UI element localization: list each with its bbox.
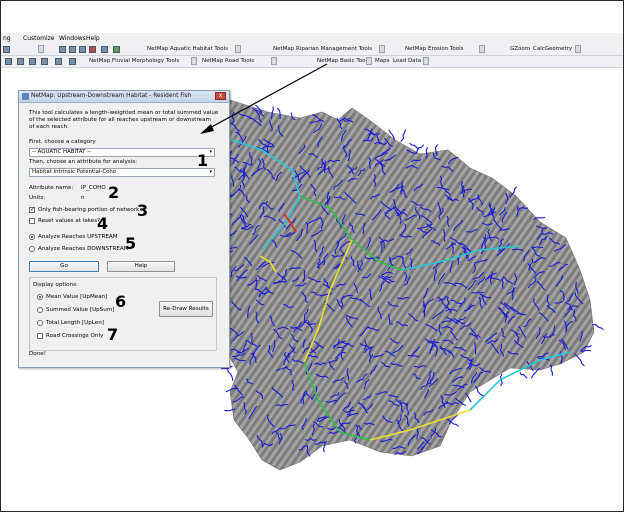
road-crossings-label: Road Crossings Only [46,333,104,339]
table-icon[interactable] [69,46,76,53]
dialog-title: NetMap: Upstream-Downstream Habitat - Re… [31,93,192,99]
category-select[interactable]: -- AQUATIC HABITAT -- ▾ [29,148,215,157]
toolbar-row-2: NetMap Fluvial Morphology Tools NetMap R… [1,56,623,68]
hyperlink-icon[interactable] [41,58,48,65]
display-options-label: Display options: [33,282,78,288]
toolbar-row-1: NetMap Aquatic Habitat Tools NetMap Ripa… [1,44,623,56]
app-icon [22,93,29,100]
find-icon[interactable] [17,58,24,65]
aquatic-tools-dropdown[interactable] [235,45,241,53]
help-button[interactable]: Help [107,261,175,272]
fish-bearing-checkbox[interactable]: ✓ [29,207,35,213]
upstream-downstream-dialog: NetMap: Upstream-Downstream Habitat - Re… [18,90,230,368]
downstream-label: Analyze Reaches DOWNSTREAM [38,246,129,252]
riparian-tools-dropdown[interactable] [379,45,385,53]
fluvial-tools-dropdown[interactable] [191,57,197,65]
basic-tools-dropdown[interactable] [366,57,372,65]
attribute-name-value: IP_COHO [81,185,106,191]
load-data-dropdown[interactable] [423,57,429,65]
mean-value-label: Mean Value [UpMean] [46,294,108,300]
upstream-radio[interactable] [29,234,35,240]
menu-item-customize[interactable]: Customize [23,35,55,42]
table-icon[interactable] [59,46,66,53]
folder-icon[interactable] [3,46,10,53]
description-line-2: of the selected attribute for all reache… [29,117,211,123]
upstream-label: Analyze Reaches UPSTREAM [38,234,118,240]
callout-number: 4 [97,214,109,233]
reset-lakes-checkbox[interactable] [29,218,35,224]
summed-value-radio[interactable] [37,307,43,313]
chevron-down-icon: ▾ [209,149,212,155]
callout-number: 5 [125,234,137,253]
status-text: Done! [29,351,46,357]
summed-value-label: Summed Value [UpSum] [46,307,115,313]
chevron-down-icon: ▾ [209,169,212,175]
description-line-1: This tool calculates a length-weighted m… [29,110,219,116]
attribute-select[interactable]: Habitat Intrinsic Potential-Coho ▾ [29,168,215,177]
attribute-select-value: Habitat Intrinsic Potential-Coho [32,169,117,175]
total-length-label: Total Length [UpLen] [46,320,104,326]
menu-item-windows[interactable]: Windows [59,35,86,42]
maps-button[interactable]: Maps [375,57,389,65]
mean-value-radio[interactable] [37,294,43,300]
go-button[interactable]: Go [29,261,99,272]
attribute-name-label: Attribute name: [29,185,74,191]
description-line-3: of each reach. [29,124,69,130]
units-value: n [81,195,85,201]
netmap-fluvial-tools-button[interactable]: NetMap Fluvial Morphology Tools [89,57,179,65]
road-tools-dropdown[interactable] [271,57,277,65]
category-select-value: -- AQUATIC HABITAT -- [32,149,92,155]
netmap-aquatic-tools-button[interactable]: NetMap Aquatic Habitat Tools [147,45,228,53]
road-crossings-checkbox[interactable] [37,333,43,339]
identify-icon[interactable] [5,58,12,65]
load-data-button[interactable]: Load Data [393,57,421,65]
callout-number: 6 [115,292,127,311]
netmap-basic-tools-button[interactable]: NetMap Basic Tools [317,57,370,65]
callout-number: 1 [197,151,209,170]
netmap-riparian-tools-button[interactable]: NetMap Riparian Management Tools [273,45,372,53]
erosion-tools-dropdown[interactable] [479,45,485,53]
dialog-titlebar[interactable]: NetMap: Upstream-Downstream Habitat - Re… [19,91,229,103]
measure-icon[interactable] [29,58,36,65]
attribute-label: Then, choose an attribute for analysis: [29,159,138,165]
time-slider-icon[interactable] [69,58,76,65]
redraw-results-button[interactable]: Re-Draw Results [159,301,213,317]
dropdown-button[interactable] [38,45,44,53]
downstream-radio[interactable] [29,246,35,252]
category-label: First, choose a category [29,139,96,145]
units-label: Units: [29,195,46,201]
gzoom-button[interactable]: GZoom [510,45,530,53]
callout-number: 2 [108,183,120,202]
html-popup-icon[interactable] [55,58,62,65]
toolbox-icon[interactable] [89,46,96,53]
netmap-erosion-tools-button[interactable]: NetMap Erosion Tools [405,45,464,53]
fish-bearing-label: Only fish-bearing portion of network [38,207,140,213]
netmap-road-tools-button[interactable]: NetMap Road Tools [202,57,254,65]
callout-number: 7 [107,325,119,344]
model-icon[interactable] [113,46,120,53]
calcgeometry-button[interactable]: CalcGeometry [533,45,572,53]
python-icon[interactable] [101,46,108,53]
reset-lakes-label: Reset values at lakes? [38,218,101,224]
menu-item-edit[interactable]: ng [3,35,11,42]
layer-icon[interactable] [79,46,86,53]
total-length-radio[interactable] [37,320,43,326]
callout-number: 3 [137,201,149,220]
close-icon[interactable]: x [215,92,226,100]
calcgeometry-dropdown[interactable] [575,45,581,53]
menu-item-help[interactable]: Help [86,35,100,42]
